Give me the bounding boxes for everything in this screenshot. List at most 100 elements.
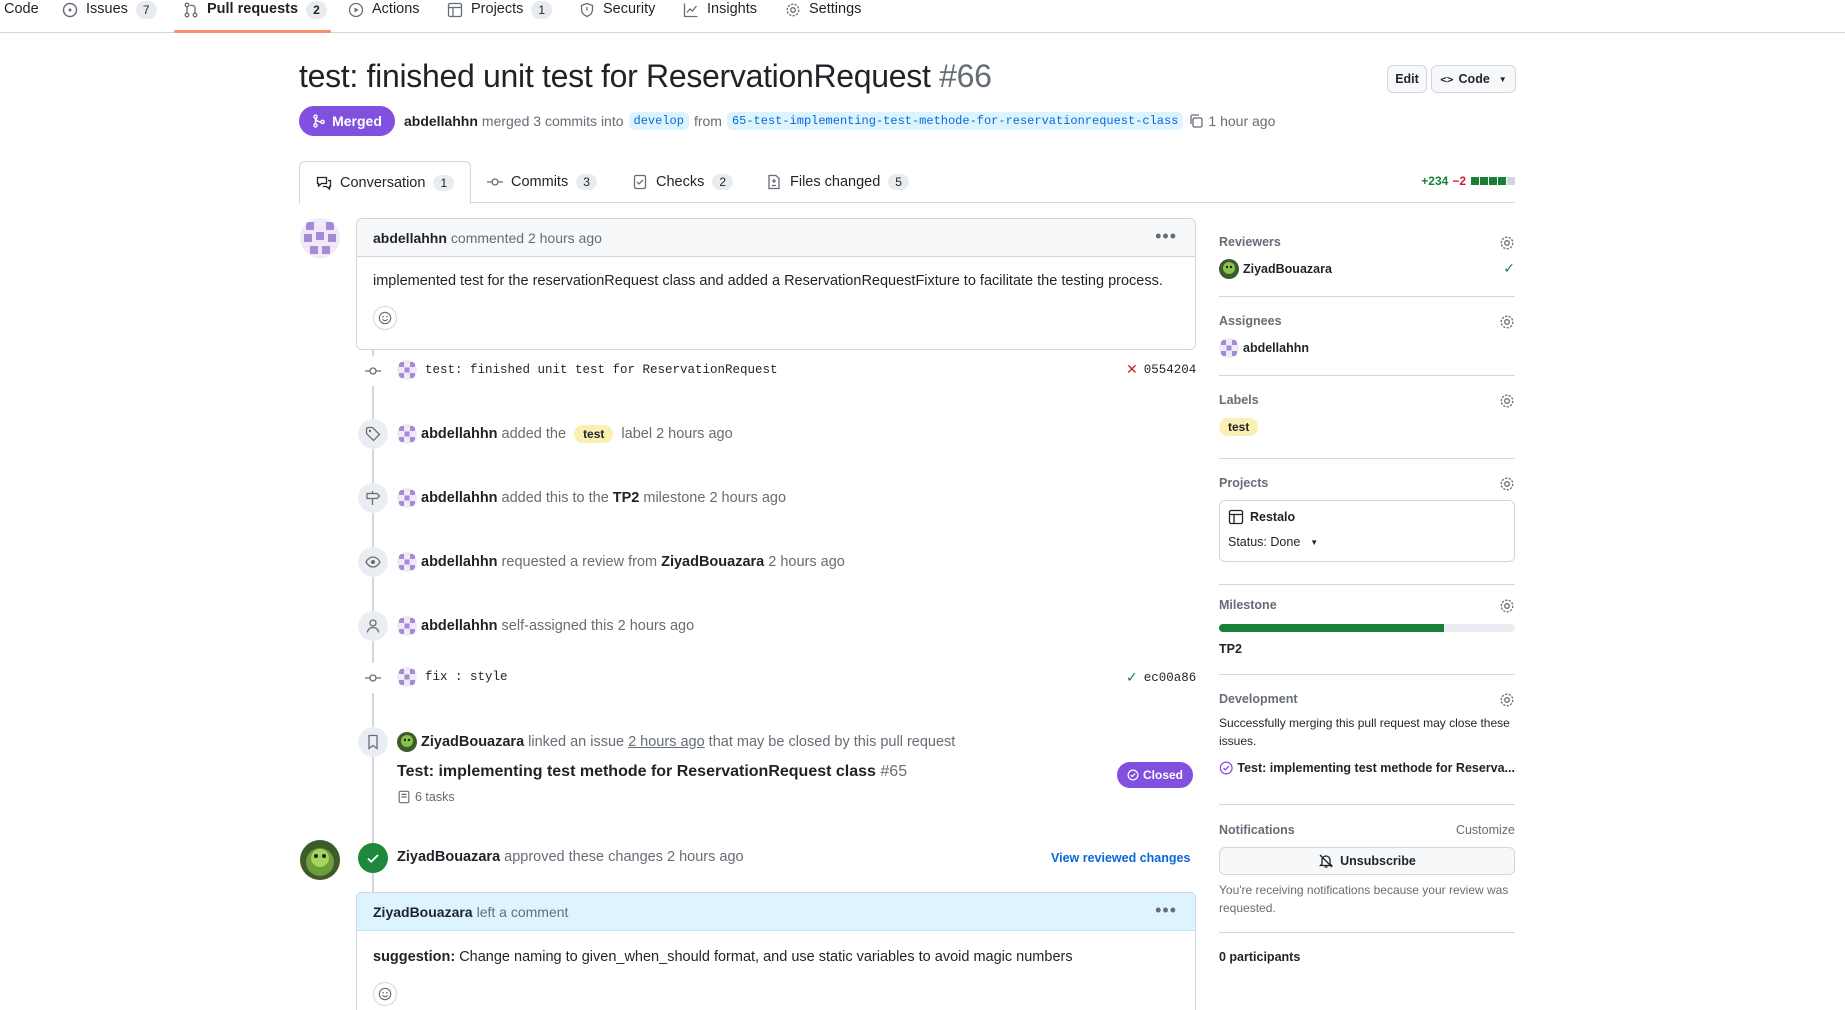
comment-author[interactable]: abdellahhn xyxy=(373,230,447,246)
event-author[interactable]: abdellahhn xyxy=(421,554,498,570)
tab-checks[interactable]: Checks 2 xyxy=(632,161,734,203)
smiley-icon[interactable] xyxy=(373,982,397,1006)
check-circle-icon xyxy=(1127,769,1139,781)
file-diff-icon xyxy=(768,174,780,190)
comment-meta: commented 2 hours ago xyxy=(450,229,602,246)
diffstat-additions: +234 xyxy=(1421,174,1449,188)
edit-button[interactable]: Edit xyxy=(1387,65,1427,93)
avatar[interactable] xyxy=(397,667,417,687)
linked-issue-event: ZiyadBouazara linked an issue 2 hours ag… xyxy=(397,732,955,752)
sidebar-assignees: Assignees abdellahhn xyxy=(1219,314,1515,364)
gear-icon[interactable] xyxy=(1499,598,1515,614)
tab-conversation[interactable]: Conversation 1 xyxy=(299,161,472,204)
commit-message[interactable]: fix : style xyxy=(425,670,508,684)
avatar[interactable] xyxy=(397,552,417,572)
assignee-name: abdellahhn xyxy=(1243,341,1309,355)
person-icon xyxy=(358,611,388,641)
project-row[interactable]: Restalo xyxy=(1228,509,1506,525)
tab-commits-count: 3 xyxy=(576,174,597,190)
suggestion-label: suggestion: xyxy=(373,949,456,965)
event-time-link[interactable]: 2 hours ago xyxy=(628,734,705,750)
unsubscribe-button[interactable]: Unsubscribe xyxy=(1219,847,1515,875)
comment-body: implemented test for the reservationRequ… xyxy=(357,257,1195,330)
avatar[interactable] xyxy=(397,616,417,636)
linked-issue-title[interactable]: Test: implementing test methode for Rese… xyxy=(397,763,907,781)
commit-sha[interactable]: ec00a86 xyxy=(1144,671,1197,685)
milestone-link[interactable]: TP2 xyxy=(613,490,640,506)
milestone-name[interactable]: TP2 xyxy=(1219,642,1515,656)
gear-icon[interactable] xyxy=(1499,692,1515,708)
nav-code[interactable]: Code xyxy=(4,0,39,33)
customize-link[interactable]: Customize xyxy=(1456,823,1515,837)
review-comment-author[interactable]: ZiyadBouazara xyxy=(373,904,473,920)
nav-issues[interactable]: Issues 7 xyxy=(62,0,157,33)
avatar[interactable] xyxy=(397,424,417,444)
copy-icon[interactable] xyxy=(1188,113,1204,129)
tab-files-changed[interactable]: Files changed 5 xyxy=(766,161,909,203)
event-author[interactable]: abdellahhn xyxy=(421,426,498,442)
label-badge[interactable]: test xyxy=(1219,418,1259,436)
gear-icon[interactable] xyxy=(1499,235,1515,251)
avatar[interactable] xyxy=(300,218,340,258)
nav-insights[interactable]: Insights xyxy=(683,0,757,33)
pr-meta: abdellahhn merged 3 commits into develop… xyxy=(404,112,1275,130)
base-branch[interactable]: develop xyxy=(628,112,689,130)
gear-icon[interactable] xyxy=(1499,314,1515,330)
nav-actions[interactable]: Actions xyxy=(348,0,420,33)
gear-icon[interactable] xyxy=(1499,393,1515,409)
diffstat-deletions: −2 xyxy=(1452,174,1466,188)
commit-icon xyxy=(358,356,388,386)
reviewer-link[interactable]: ZiyadBouazara xyxy=(661,554,764,570)
table-icon xyxy=(447,2,463,18)
nav-security[interactable]: Security xyxy=(579,0,655,33)
nav-projects-label: Projects xyxy=(471,1,524,17)
event-author[interactable]: ZiyadBouazara xyxy=(421,734,524,750)
project-status-select[interactable]: Status: Done ▼ xyxy=(1228,535,1506,549)
nav-projects[interactable]: Projects 1 xyxy=(447,0,553,33)
nav-pull-requests-count: 2 xyxy=(306,1,327,19)
commit-message[interactable]: test: finished unit test for Reservation… xyxy=(425,363,778,377)
event-text: linked an issue xyxy=(528,734,625,750)
status-badge: Merged xyxy=(299,106,395,136)
avatar[interactable] xyxy=(397,488,417,508)
reviewer-row[interactable]: ZiyadBouazara ✓ xyxy=(1219,259,1515,279)
sidebar-milestone: Milestone TP2 xyxy=(1219,598,1515,658)
nav-settings-label: Settings xyxy=(809,1,862,17)
code-button[interactable]: <> Code ▼ xyxy=(1431,65,1516,93)
pr-author[interactable]: abdellahhn xyxy=(404,113,478,129)
diffstat[interactable]: +234 −2 xyxy=(1421,174,1515,188)
task-list-icon xyxy=(398,790,410,804)
sidebar-notifications: Notifications Customize Unsubscribe You'… xyxy=(1219,823,1515,923)
commit-row: fix : style xyxy=(397,667,508,687)
gear-icon[interactable] xyxy=(1499,476,1515,492)
comment-discussion-icon xyxy=(316,176,332,190)
label-badge[interactable]: test xyxy=(574,425,614,443)
development-issue[interactable]: Test: implementing test methode for Rese… xyxy=(1219,760,1515,776)
pr-number: #66 xyxy=(939,58,992,94)
view-reviewed-changes-link[interactable]: View reviewed changes xyxy=(1051,851,1190,865)
event-author[interactable]: abdellahhn xyxy=(421,490,498,506)
tab-commits[interactable]: Commits 3 xyxy=(487,161,597,203)
nav-pull-requests[interactable]: Pull requests 2 xyxy=(183,0,327,33)
avatar[interactable] xyxy=(397,360,417,380)
avatar[interactable] xyxy=(300,840,340,880)
commit-sha[interactable]: 0554204 xyxy=(1144,363,1197,377)
smiley-icon[interactable] xyxy=(373,306,397,330)
kebab-menu-icon[interactable]: ••• xyxy=(1155,901,1177,919)
issue-title[interactable]: Test: implementing test methode for Rese… xyxy=(397,763,876,780)
event-text: that may be closed by this pull request xyxy=(708,734,956,750)
check-icon[interactable]: ✓ xyxy=(1126,670,1138,686)
nav-settings[interactable]: Settings xyxy=(785,0,861,33)
x-icon[interactable]: ✕ xyxy=(1126,362,1138,378)
development-text: Successfully merging this pull request m… xyxy=(1219,716,1510,748)
assignee-row[interactable]: abdellahhn xyxy=(1219,338,1515,358)
tab-checks-count: 2 xyxy=(712,174,734,190)
head-branch[interactable]: 65-test-implementing-test-methode-for-re… xyxy=(726,112,1184,130)
divider xyxy=(1219,804,1515,805)
caret-down-icon: ▼ xyxy=(1498,74,1507,84)
tab-conversation-count: 1 xyxy=(433,174,455,191)
avatar[interactable] xyxy=(397,732,417,752)
event-author[interactable]: abdellahhn xyxy=(421,618,498,634)
approver[interactable]: ZiyadBouazara xyxy=(397,849,500,865)
kebab-menu-icon[interactable]: ••• xyxy=(1155,227,1177,245)
